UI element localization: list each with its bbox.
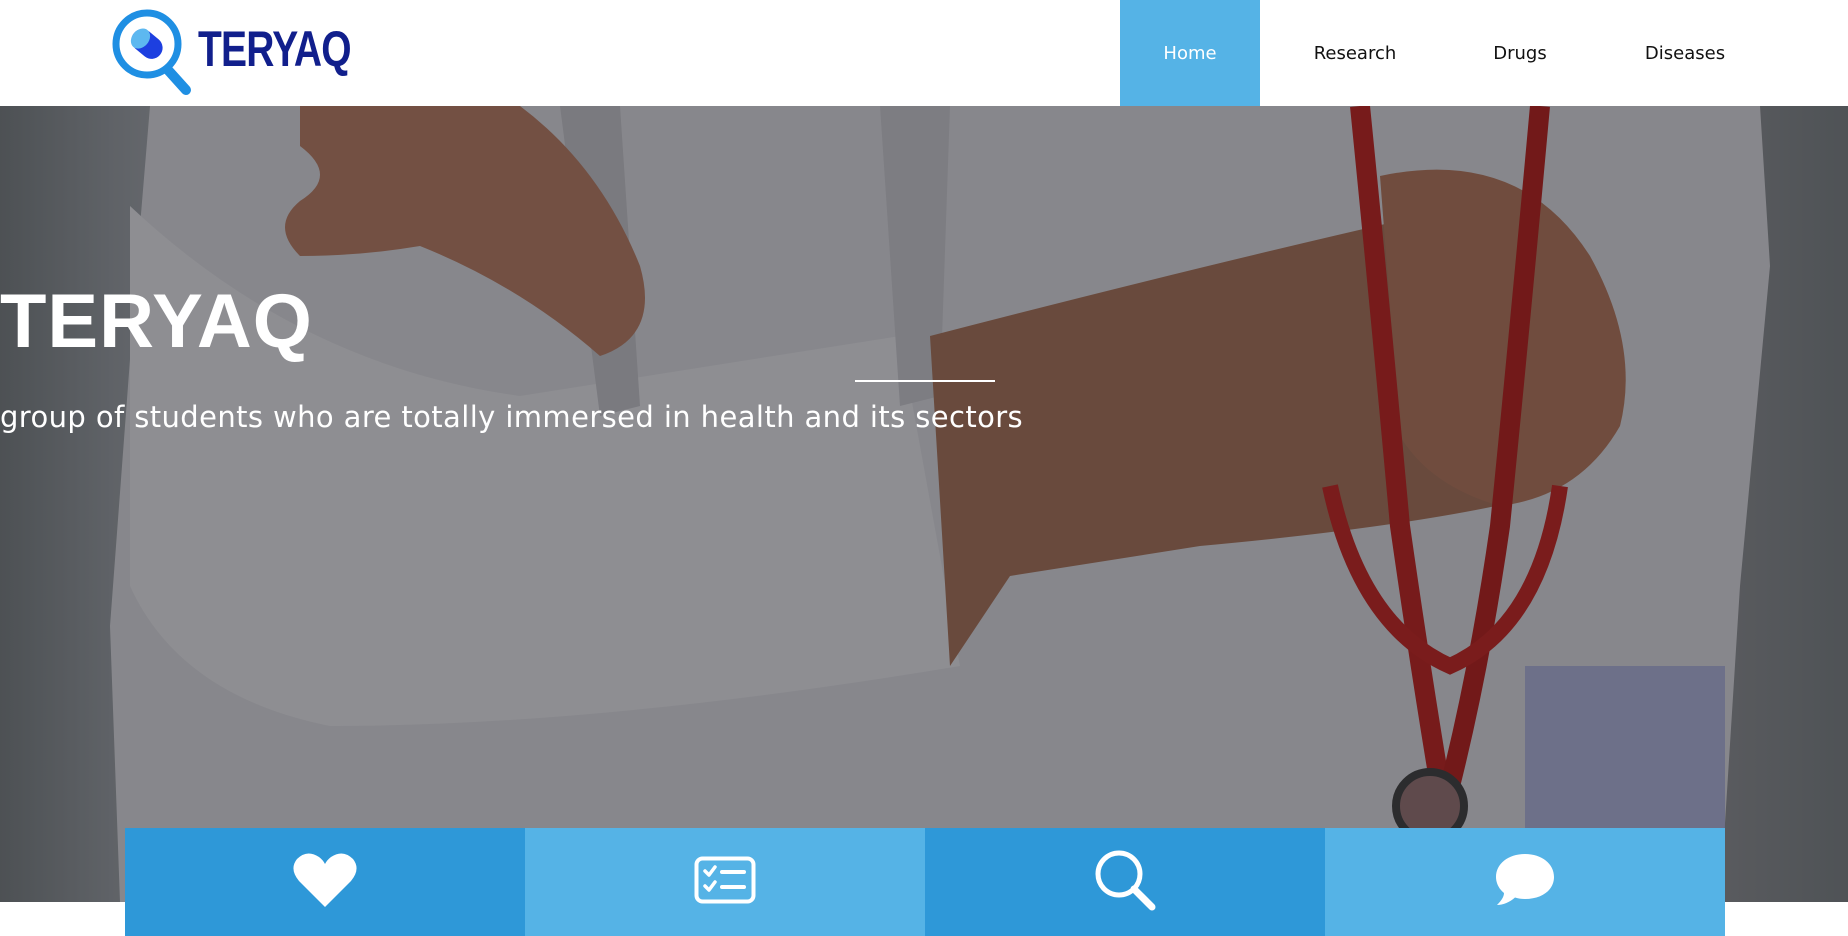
feature-tile-health[interactable] — [125, 828, 525, 936]
checklist-icon — [694, 856, 756, 904]
search-icon — [1095, 850, 1156, 911]
feature-tile-checklist[interactable] — [525, 828, 925, 936]
main-nav: Home Research Drugs Diseases — [1120, 0, 1780, 106]
hero-title: TERYAQ — [0, 279, 313, 364]
hero-divider — [855, 380, 995, 382]
logo-text: TERYAQ — [198, 21, 352, 77]
hero-subtitle: group of students who are totally immers… — [0, 400, 1024, 434]
nav-item-drugs[interactable]: Drugs — [1450, 0, 1590, 106]
nav-item-home[interactable]: Home — [1120, 0, 1260, 106]
hero-dark-overlay — [0, 106, 1848, 902]
feature-tiles — [125, 828, 1725, 936]
hero-section: TERYAQ group of students who are totally… — [0, 106, 1848, 902]
magnifier-pill-icon — [112, 9, 191, 95]
chat-bubble-icon — [1496, 854, 1554, 905]
feature-tile-search[interactable] — [925, 828, 1325, 936]
heart-icon — [293, 853, 357, 907]
site-logo[interactable]: TERYAQ — [110, 4, 352, 96]
nav-item-research[interactable]: Research — [1260, 0, 1450, 106]
site-header: TERYAQ Home Research Drugs Diseases — [0, 0, 1848, 106]
nav-item-diseases[interactable]: Diseases — [1590, 0, 1780, 106]
feature-tile-chat[interactable] — [1325, 828, 1725, 936]
